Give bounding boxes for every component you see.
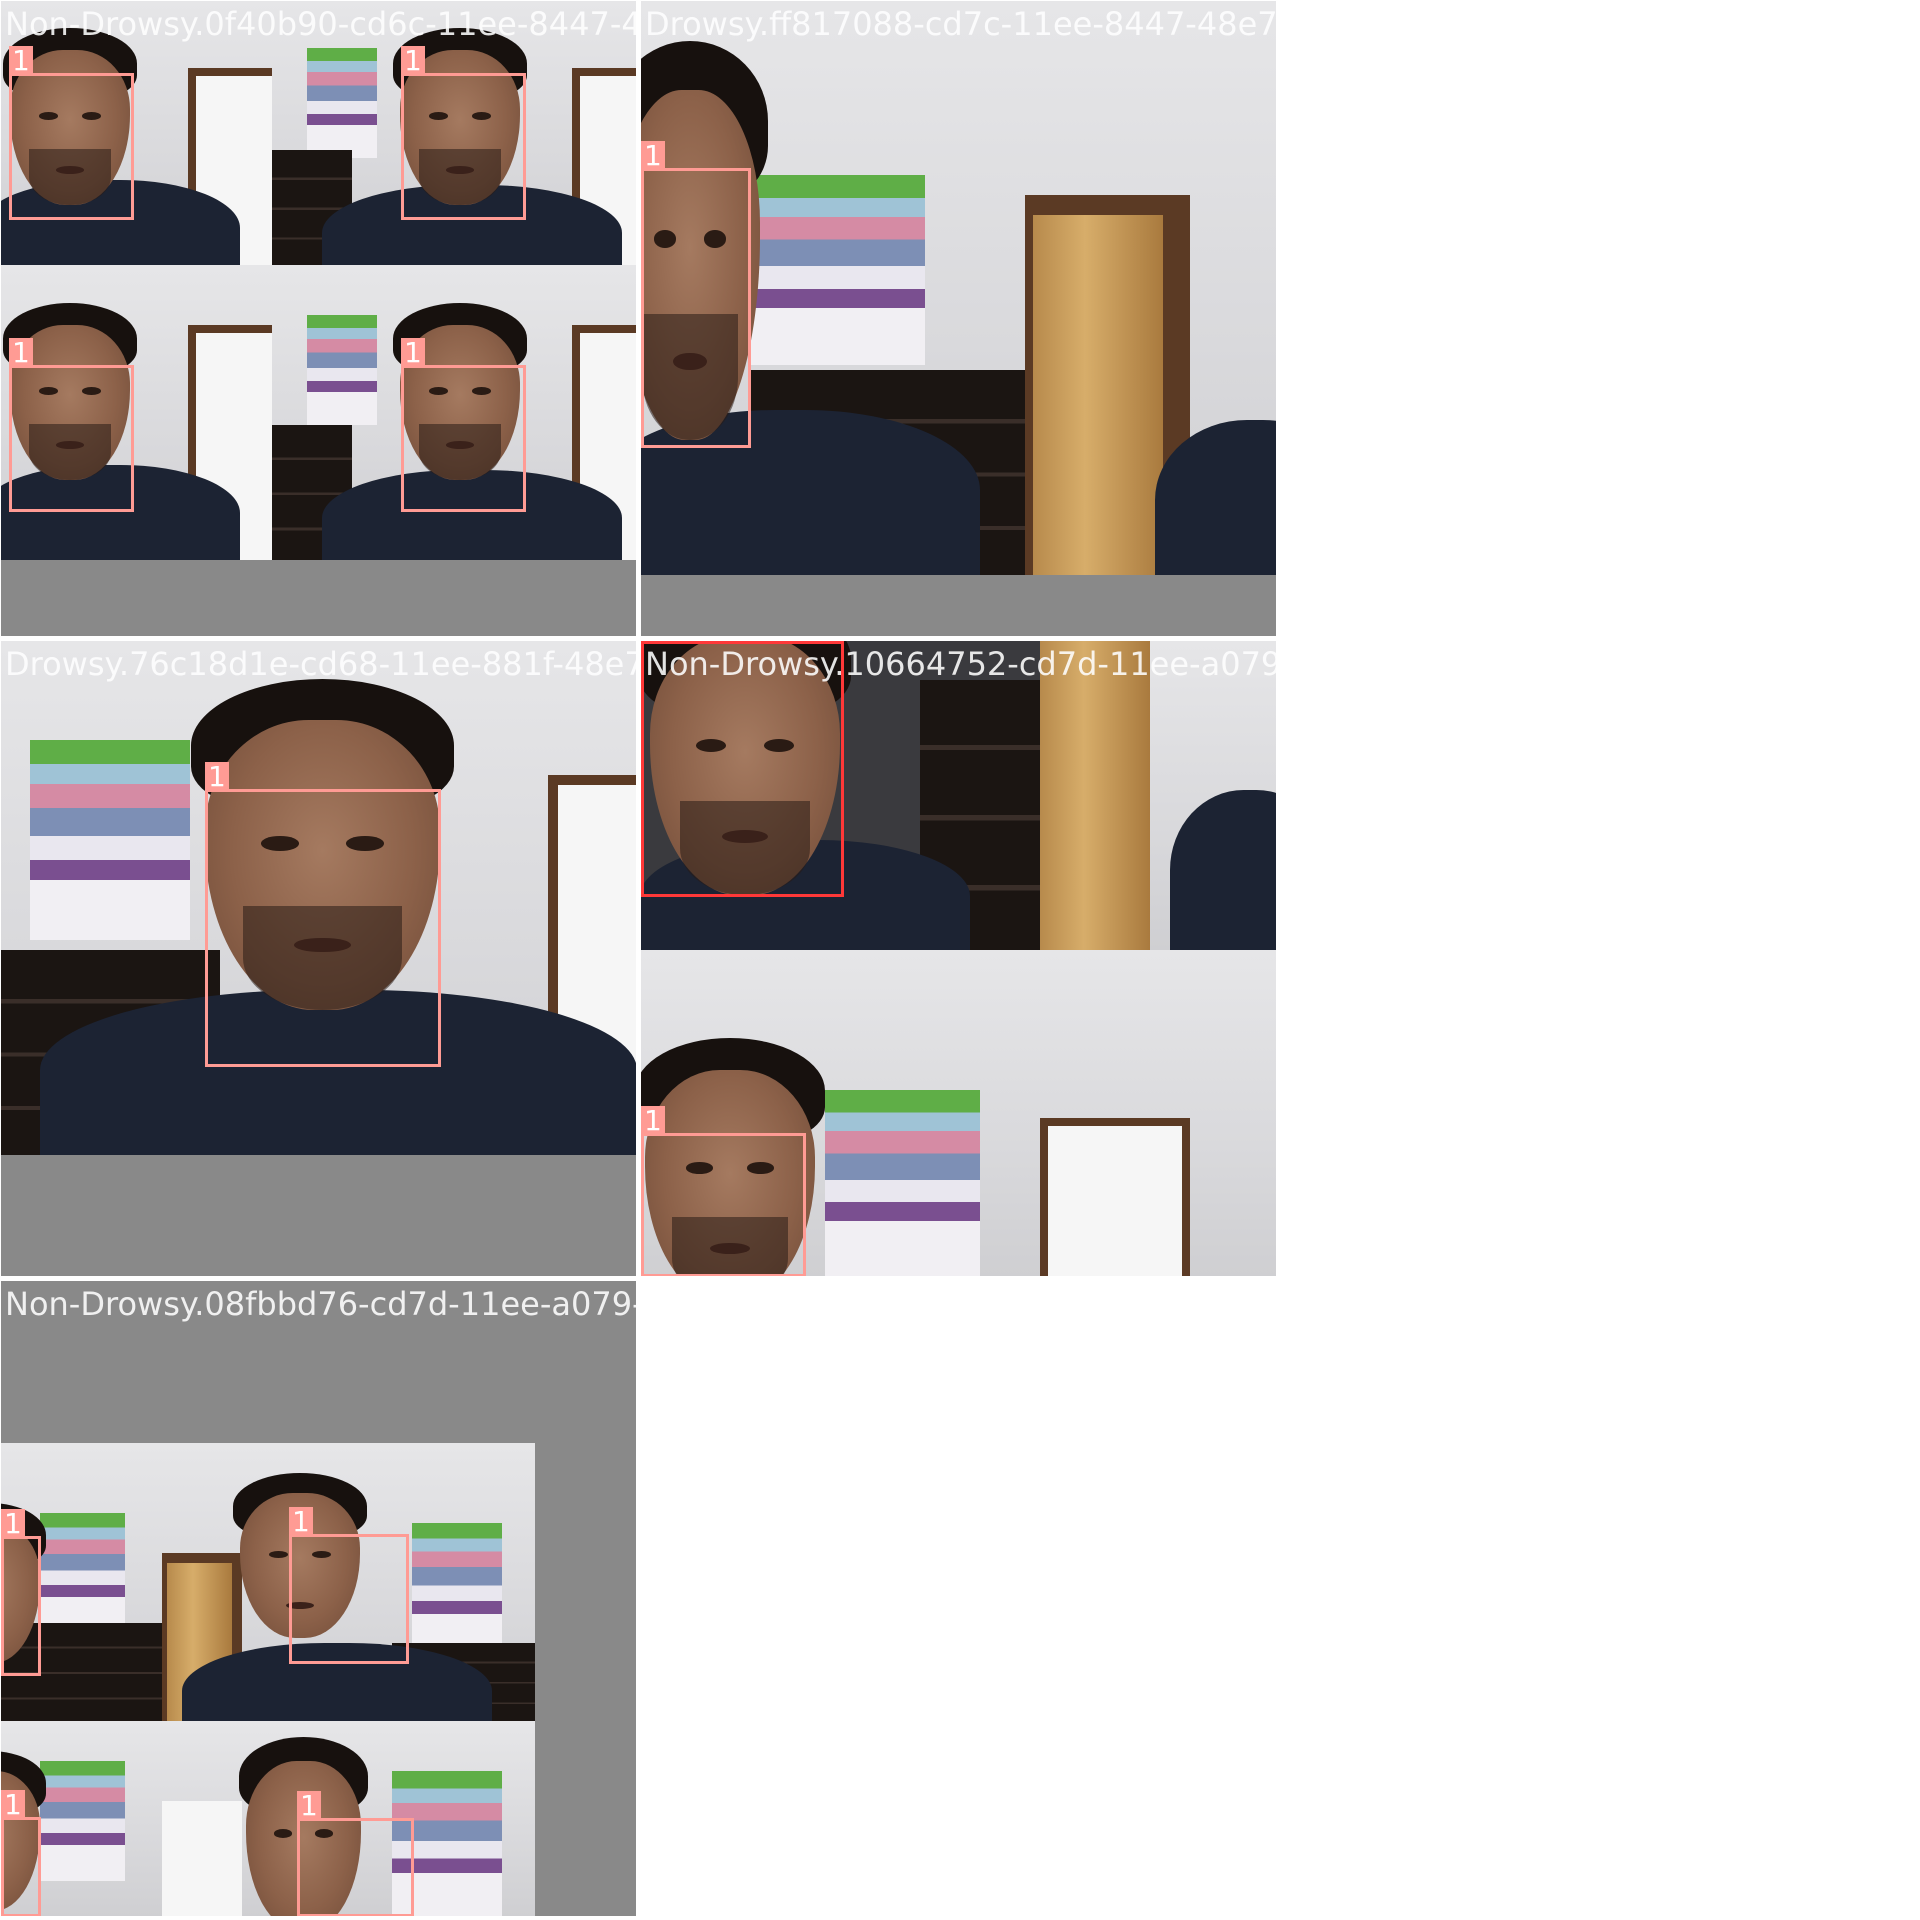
tile-1: 1 Drowsy.ff817088-cd7c-11ee-8447-48e7da0… [640,0,1277,637]
tile-title: Drowsy.76c18d1e-cd68-11ee-881f-48e7da0f9 [5,645,637,683]
detection-box: 1 [401,338,526,512]
photo-bottom-right [1040,950,1277,1277]
class-label: 1 [297,1791,321,1821]
tile-title: Non-Drowsy.10664752-cd7d-11ee-a079-48e7d [645,645,1277,683]
detection-box: 1 [297,1791,414,1917]
class-label: 1 [9,338,33,368]
class-label: 1 [641,1106,665,1136]
tile-3: 0 1 Non-Drowsy.10664752-cd7d-11ee-a079-4… [640,640,1277,1277]
photo-door [1040,640,1277,950]
detection-box: 1 [9,46,134,220]
class-label: 1 [205,762,229,792]
detection-box: 1 [205,762,441,1067]
detection-box: 1 [641,1106,806,1277]
tile-2: 1 Drowsy.76c18d1e-cd68-11ee-881f-48e7da0… [0,640,637,1277]
photo-grid [0,1443,535,1917]
detection-box: 1 [289,1507,409,1664]
class-label: 1 [641,141,665,171]
tile-title: Non-Drowsy.08fbbd76-cd7d-11ee-a079-48e7d [5,1285,637,1323]
class-label: 1 [9,46,33,76]
class-label: 1 [401,338,425,368]
class-label: 1 [401,46,425,76]
mosaic-canvas: { "tiles": [ { "title": "Non-Drowsy.0f40… [0,0,1920,1920]
detection-box: 1 [9,338,134,512]
detection-box: 1 [1,1790,41,1917]
class-label: 1 [1,1790,25,1820]
detection-box: 1 [1,1509,41,1676]
tile-0: 1 1 1 1 Non-Drowsy.0f40b90-cd6c-11ee-844… [0,0,637,637]
class-label: 1 [1,1509,25,1539]
tile-title: Drowsy.ff817088-cd7c-11ee-8447-48e7da0f9 [645,5,1277,43]
tile-4: 1 1 1 1 Non-Drowsy.08fbbd76-cd7d-11ee-a0… [0,1280,637,1917]
class-label: 1 [289,1507,313,1537]
detection-box: 1 [401,46,526,220]
photo-right [1025,0,1277,575]
tile-title: Non-Drowsy.0f40b90-cd6c-11ee-8447-48e7da… [5,5,637,43]
detection-box: 1 [641,141,751,448]
